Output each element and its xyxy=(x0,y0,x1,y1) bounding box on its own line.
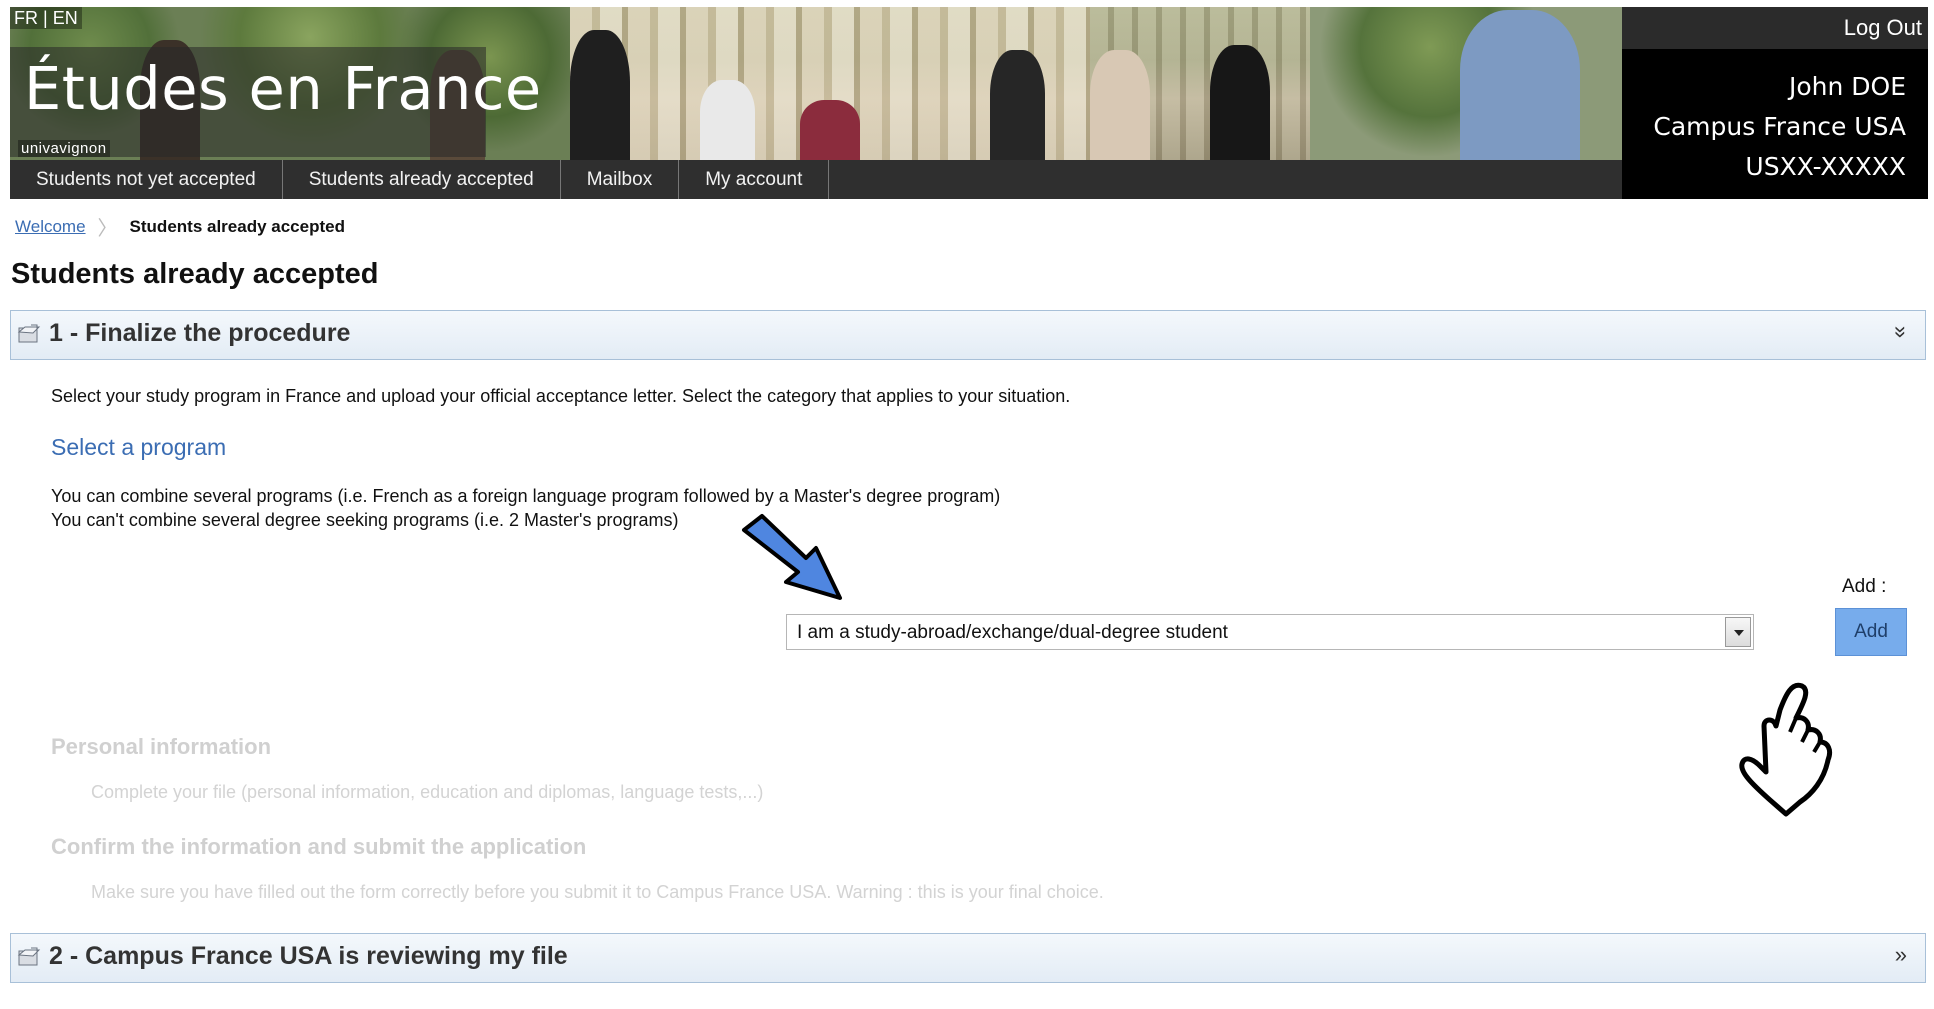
panel-finalize-procedure-title: 1 - Finalize the procedure xyxy=(49,319,351,347)
lang-separator: | xyxy=(43,8,48,28)
user-panel: Log Out John DOE Campus France USA USXX-… xyxy=(1622,7,1928,199)
confirm-submit-text: Make sure you have filled out the form c… xyxy=(91,882,1104,902)
breadcrumb-separator-icon: 〉 xyxy=(97,218,118,240)
banner-person xyxy=(700,80,755,160)
nav-students-already-accepted[interactable]: Students already accepted xyxy=(283,160,561,199)
lang-fr-link[interactable]: FR xyxy=(14,8,38,28)
procedure-intro-text: Select your study program in France and … xyxy=(51,386,1071,406)
panel-reviewing-file-header[interactable]: 2 - Campus France USA is reviewing my fi… xyxy=(10,933,1926,983)
partner-university-logo: univavignon xyxy=(18,140,110,157)
breadcrumb: Welcome 〉 Students already accepted xyxy=(15,212,345,241)
personal-information-heading: Personal information xyxy=(51,734,272,759)
lang-en-link[interactable]: EN xyxy=(53,8,78,28)
user-office: Campus France USA xyxy=(1653,112,1906,141)
add-program-button[interactable]: Add xyxy=(1835,608,1907,656)
banner-person xyxy=(1210,45,1270,160)
double-chevron-right-icon[interactable]: » xyxy=(1895,942,1907,968)
confirm-submit-heading: Confirm the information and submit the a… xyxy=(51,834,587,859)
no-combine-degree-note: You can't combine several degree seeking… xyxy=(51,510,679,530)
breadcrumb-welcome-link[interactable]: Welcome xyxy=(15,217,86,237)
pointing-hand-icon xyxy=(1739,682,1833,817)
nav-students-not-yet-accepted[interactable]: Students not yet accepted xyxy=(10,160,283,199)
program-category-select[interactable]: I am a study-abroad/exchange/dual-degree… xyxy=(786,614,1754,650)
panel-reviewing-file-title: 2 - Campus France USA is reviewing my fi… xyxy=(49,942,568,970)
logout-link[interactable]: Log Out xyxy=(1844,15,1922,41)
open-folder-icon xyxy=(17,324,41,343)
logout-bar: Log Out xyxy=(1622,7,1928,49)
select-program-heading: Select a program xyxy=(51,434,227,460)
banner-person xyxy=(990,50,1045,160)
language-switcher: FR | EN xyxy=(10,7,82,29)
nav-mailbox[interactable]: Mailbox xyxy=(561,160,680,199)
combine-programs-note: You can combine several programs (i.e. F… xyxy=(51,486,1001,506)
dropdown-arrow-icon[interactable] xyxy=(1725,617,1751,647)
page-title: Students already accepted xyxy=(11,258,379,290)
user-name: John DOE xyxy=(1788,72,1906,101)
banner-person xyxy=(1090,50,1150,160)
user-id: USXX-XXXXX xyxy=(1745,152,1906,181)
nav-my-account[interactable]: My account xyxy=(679,160,830,199)
add-caption: Add : xyxy=(1842,576,1887,597)
personal-information-text: Complete your file (personal information… xyxy=(91,782,764,802)
pointer-arrow-icon xyxy=(742,514,842,600)
panel-finalize-procedure-header[interactable]: 1 - Finalize the procedure » xyxy=(10,310,1926,360)
open-folder-icon xyxy=(17,947,41,966)
main-nav: Students not yet accepted Students alrea… xyxy=(10,160,1622,199)
double-chevron-down-icon[interactable]: » xyxy=(1888,326,1914,338)
banner-person xyxy=(1460,10,1580,160)
breadcrumb-current: Students already accepted xyxy=(129,216,345,236)
site-title[interactable]: Études en France xyxy=(24,54,542,123)
program-select-value: I am a study-abroad/exchange/dual-degree… xyxy=(797,622,1228,643)
banner-person xyxy=(570,30,630,160)
banner-person xyxy=(800,100,860,160)
